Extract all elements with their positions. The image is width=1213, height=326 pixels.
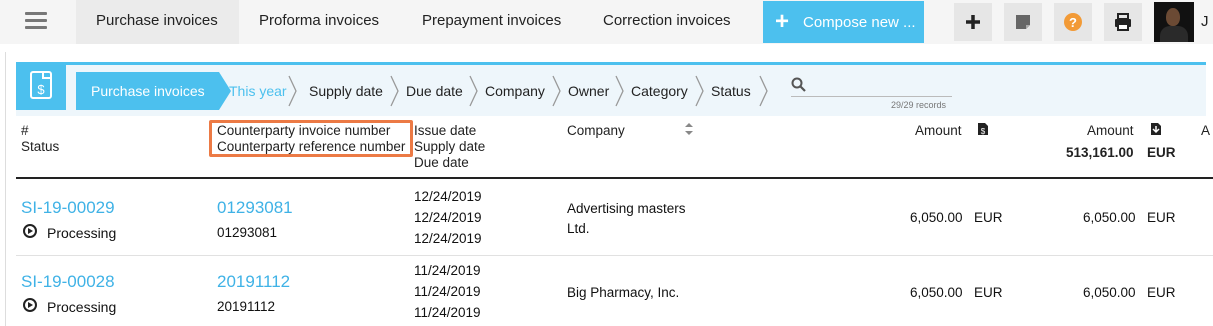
search-input[interactable] (791, 96, 952, 97)
plus-icon: + (775, 8, 790, 35)
filter-due-date[interactable]: Due date (406, 72, 463, 110)
help-icon: ? (1064, 13, 1082, 31)
print-button[interactable] (1104, 3, 1142, 41)
printer-icon (1115, 13, 1131, 31)
issue-date: 12/24/2019 (414, 189, 482, 204)
chevron-right-icon (759, 75, 768, 107)
column-due-date-header[interactable]: Due date (414, 155, 469, 171)
amount-total-currency: EUR (1147, 145, 1176, 160)
tab-correction-invoices[interactable]: Correction invoices (603, 0, 731, 44)
counterparty-reference: 20191112 (217, 299, 276, 314)
column-supply-date-header[interactable]: Supply date (414, 139, 485, 155)
svg-text:$: $ (981, 127, 986, 136)
row-divider (16, 255, 1213, 256)
currency-file-icon: $ (978, 123, 988, 136)
due-date: 12/24/2019 (414, 231, 482, 246)
breadcrumb-root[interactable]: Purchase invoices (76, 72, 231, 110)
tab-purchase-invoices[interactable]: Purchase invoices (76, 0, 239, 44)
note-icon (1016, 15, 1030, 29)
invoice-icon: $ (16, 62, 66, 110)
amount-total: 513,161.00 (1066, 145, 1134, 160)
amount-total-value: 6,050.00 (1083, 210, 1136, 225)
chevron-right-icon (615, 75, 624, 107)
supply-date: 12/24/2019 (414, 210, 482, 225)
status-label: Processing (47, 225, 117, 241)
issue-date: 11/24/2019 (414, 263, 481, 278)
play-circle-icon (23, 224, 37, 238)
sort-icon[interactable] (684, 122, 694, 136)
column-number-header[interactable]: # (21, 123, 29, 139)
chevron-right-icon (390, 75, 399, 107)
filter-supply-date[interactable]: Supply date (309, 72, 383, 110)
plus-icon (966, 15, 980, 29)
search-icon[interactable] (791, 77, 807, 93)
amount: 6,050.00 (910, 210, 963, 225)
menu-icon[interactable] (25, 12, 47, 30)
company-name-line2: Ltd. (567, 221, 590, 236)
column-amount-total-header[interactable]: Amount (1087, 123, 1134, 139)
filter-category[interactable]: Category (631, 72, 688, 110)
user-avatar[interactable] (1154, 2, 1194, 42)
tab-proforma-invoices[interactable]: Proforma invoices (259, 0, 379, 44)
due-date: 11/24/2019 (414, 305, 481, 320)
counterparty-reference: 01293081 (217, 225, 278, 240)
filter-owner[interactable]: Owner (568, 72, 609, 110)
company-name: Big Pharmacy, Inc. (567, 285, 680, 300)
counterparty-invoice-link[interactable]: 20191112 (217, 273, 290, 290)
top-navigation: Purchase invoices Proforma invoices Prep… (0, 0, 1213, 44)
currency-total: EUR (1147, 210, 1176, 225)
user-name[interactable]: J (1201, 13, 1209, 30)
help-button[interactable]: ? (1054, 3, 1092, 41)
svg-text:?: ? (1069, 15, 1077, 30)
currency-total: EUR (1147, 285, 1176, 300)
invoice-number-link[interactable]: SI-19-00029 (21, 199, 115, 216)
counterparty-invoice-link[interactable]: 01293081 (217, 199, 293, 216)
currency: EUR (974, 210, 1003, 225)
chevron-right-icon (469, 75, 478, 107)
tab-prepayment-invoices[interactable]: Prepayment invoices (422, 0, 561, 44)
column-issue-date-header[interactable]: Issue date (414, 123, 476, 139)
column-amount-header[interactable]: Amount (915, 123, 962, 139)
notes-button[interactable] (1004, 3, 1042, 41)
filter-company[interactable]: Company (485, 72, 545, 110)
currency: EUR (974, 285, 1003, 300)
download-file-icon[interactable] (1150, 122, 1162, 136)
invoice-number-link[interactable]: SI-19-00028 (21, 273, 115, 290)
company-name: Advertising masters (567, 201, 686, 216)
column-next-header[interactable]: A (1201, 123, 1210, 139)
column-status-header[interactable]: Status (21, 139, 59, 155)
compose-new-label: Compose new ... (803, 14, 916, 31)
filter-status[interactable]: Status (711, 72, 751, 110)
supply-date: 11/24/2019 (414, 284, 481, 299)
amount: 6,050.00 (910, 285, 963, 300)
highlight-box (209, 120, 413, 157)
play-circle-icon (23, 298, 37, 312)
status-label: Processing (47, 299, 117, 315)
column-company-header[interactable]: Company (567, 123, 625, 139)
chevron-right-icon (695, 75, 704, 107)
add-button[interactable] (954, 3, 992, 41)
compose-new-button[interactable]: + Compose new ... (763, 1, 924, 43)
chevron-right-icon (288, 75, 297, 107)
amount-total-value: 6,050.00 (1083, 285, 1136, 300)
filter-period[interactable]: This year (229, 72, 287, 110)
chevron-right-icon (552, 75, 561, 107)
header-divider (16, 177, 1213, 179)
records-count: 29/29 records (891, 100, 947, 110)
svg-text:$: $ (37, 82, 45, 97)
